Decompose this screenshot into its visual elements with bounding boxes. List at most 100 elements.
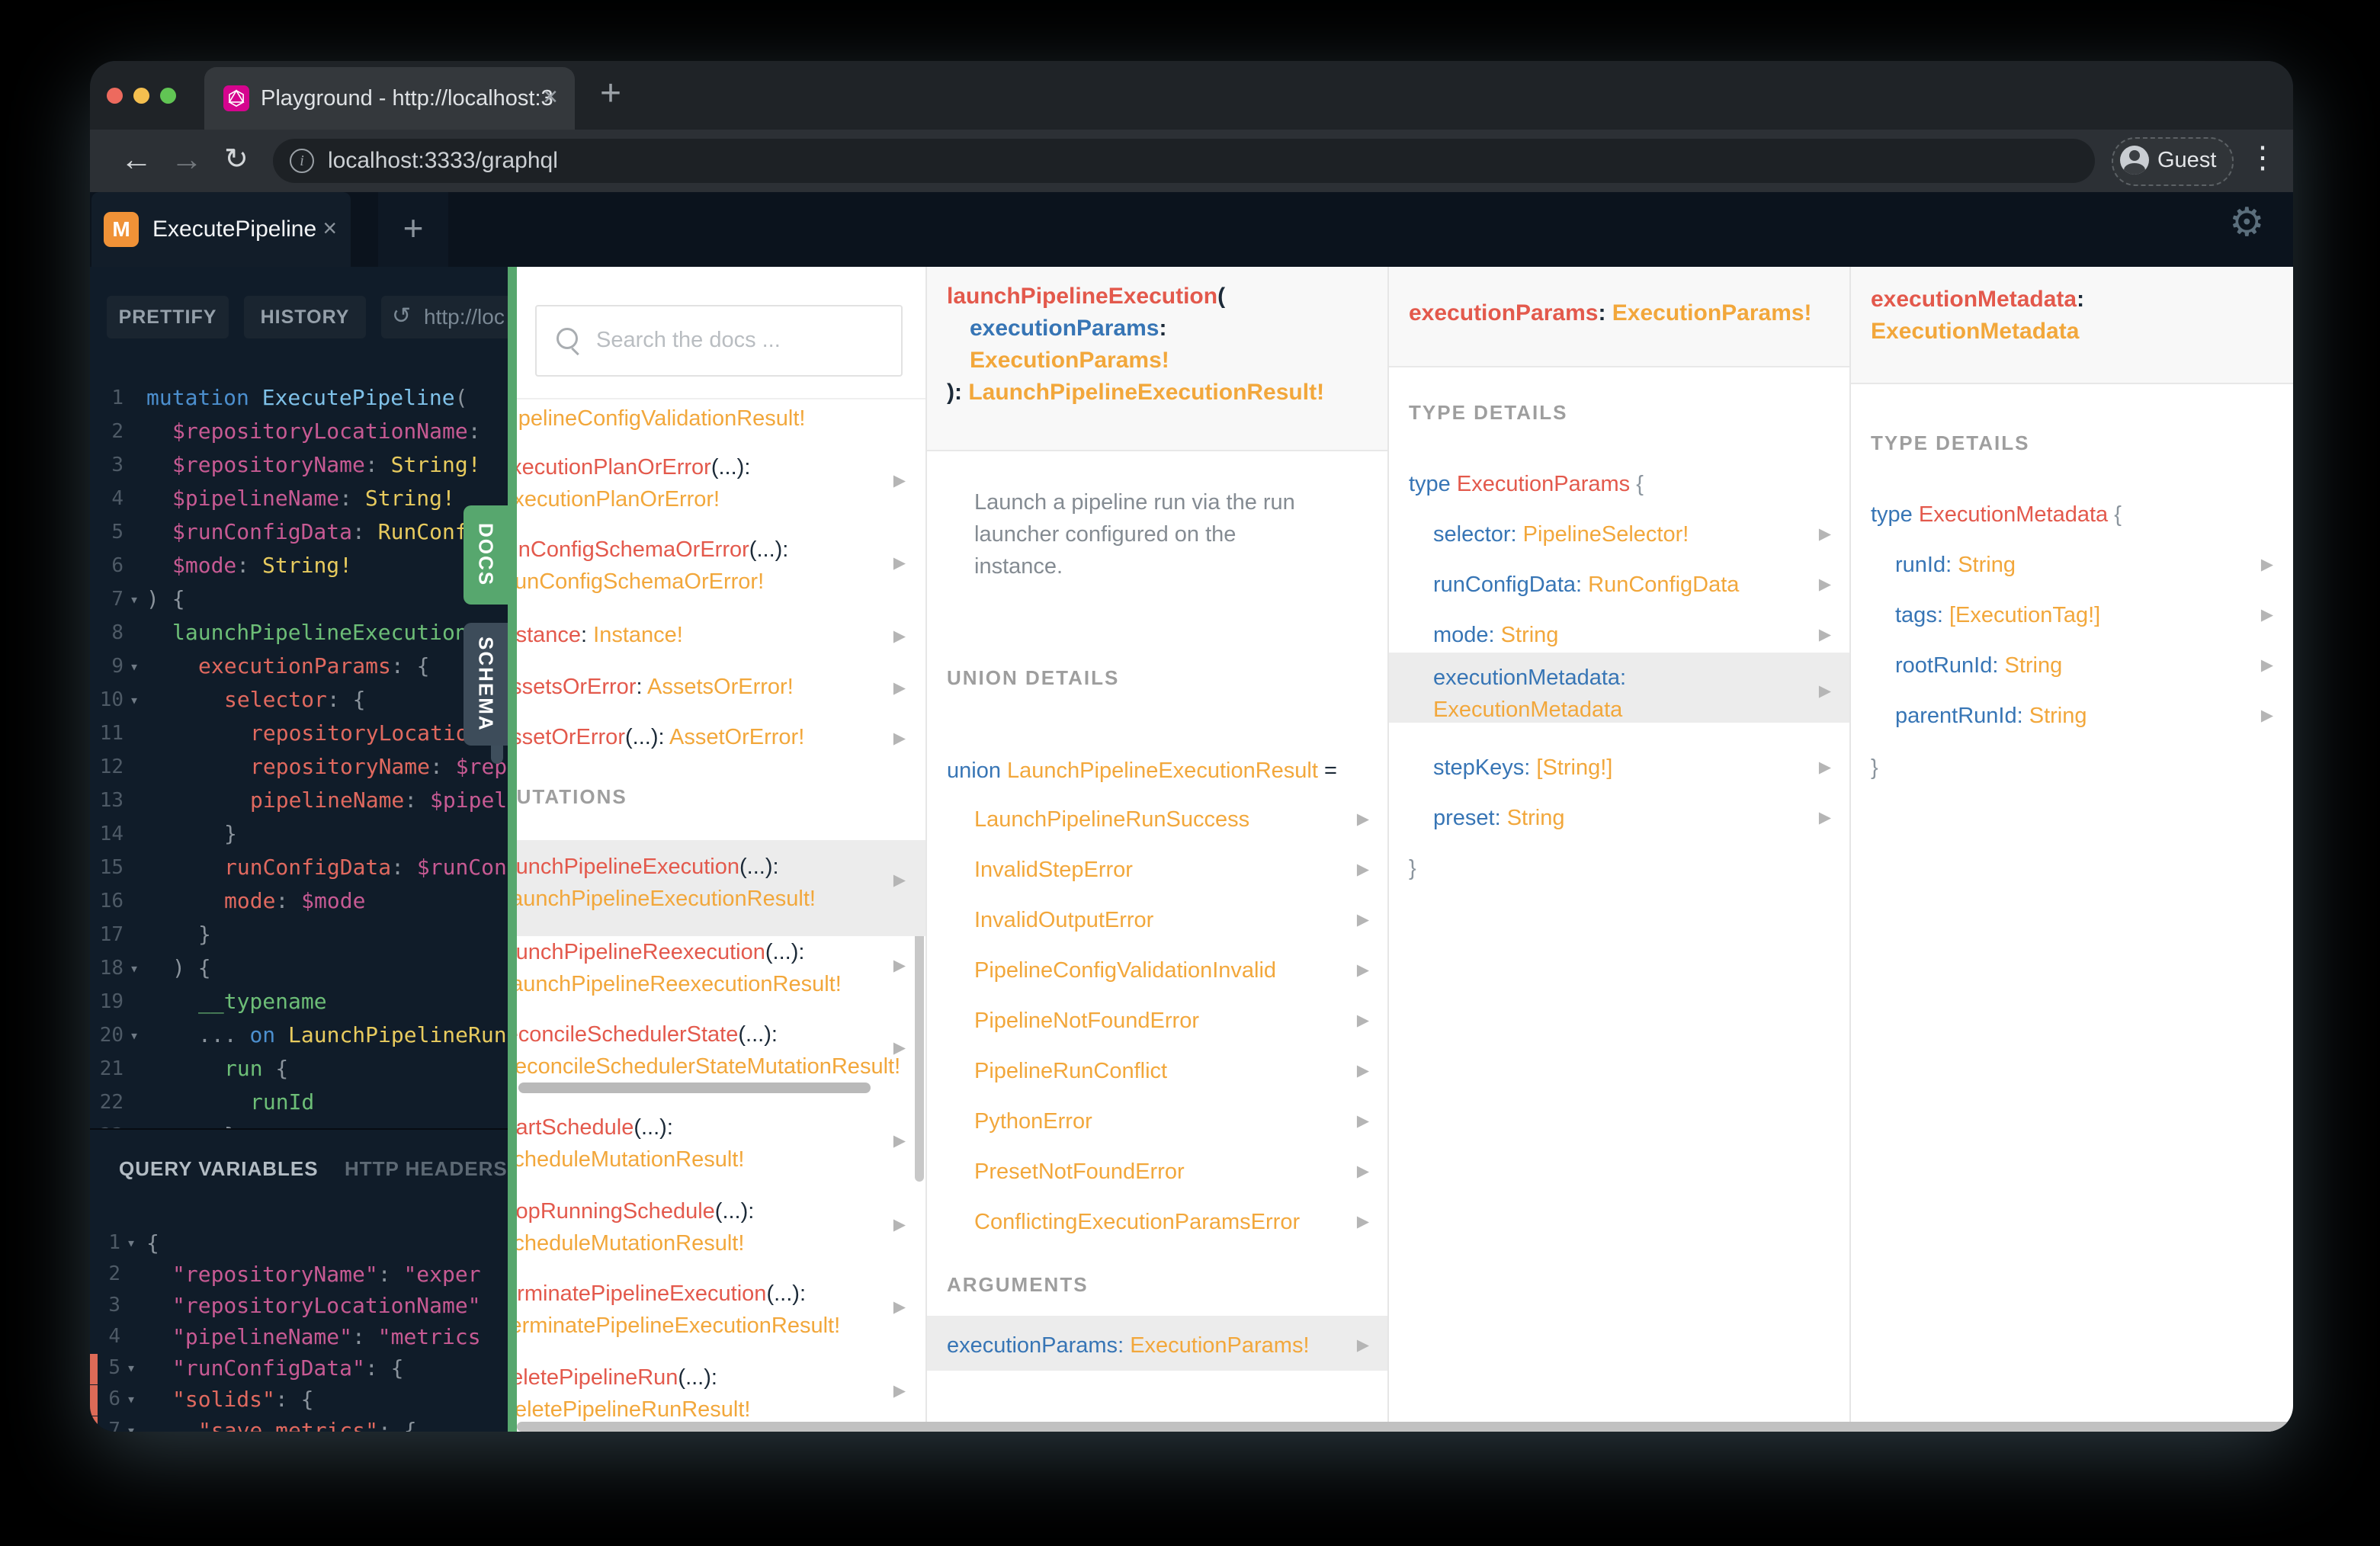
union-type-PipelineNotFoundError[interactable]: PipelineNotFoundError ▶ xyxy=(927,1005,1389,1037)
query-code-line[interactable]: 19 __typename xyxy=(90,985,508,1018)
fold-arrow-icon[interactable]: ▾ xyxy=(127,1227,136,1259)
fold-arrow-icon[interactable]: ▾ xyxy=(130,1018,139,1052)
query-code-line[interactable]: 21 run { xyxy=(90,1052,508,1086)
docs-type-field-parentRunId[interactable]: parentRunId: String ▶ xyxy=(1851,700,2293,732)
docs-field-assetOrError[interactable]: assetOrError(...): AssetOrError!▶ xyxy=(517,721,925,753)
query-code-line[interactable]: 14} xyxy=(90,817,508,851)
docs-type-field-executionMetadata[interactable]: executionMetadata: ExecutionMetadata ▶ xyxy=(1389,662,1851,726)
fold-arrow-icon[interactable]: ▾ xyxy=(130,650,139,683)
docs-field-launchPipelineExecution[interactable]: launchPipelineExecution(...): LaunchPipel… xyxy=(517,840,925,936)
query-code-line[interactable]: 12 repositoryName: $repositoryName xyxy=(90,750,508,784)
reload-schema-icon[interactable]: ↺ xyxy=(392,296,411,337)
docs-type-field-mode[interactable]: mode: String ▶ xyxy=(1389,619,1851,651)
vars-code-line[interactable]: 5 ▾ "runConfigData": { xyxy=(90,1352,508,1384)
site-info-icon[interactable]: i xyxy=(290,149,314,173)
settings-gear-icon[interactable]: ⚙ xyxy=(2229,200,2265,245)
endpoint-input[interactable]: ↺ http://loc xyxy=(381,296,508,338)
query-code-line[interactable]: 23} xyxy=(90,1119,508,1128)
union-type-PresetNotFoundError[interactable]: PresetNotFoundError ▶ xyxy=(927,1156,1389,1188)
reload-button[interactable]: ↻ xyxy=(224,130,249,192)
profile-button[interactable]: Guest xyxy=(2112,137,2234,186)
query-code-line[interactable]: 22 runId xyxy=(90,1086,508,1119)
vars-code-line[interactable]: 3 "repositoryLocationName" xyxy=(90,1290,508,1321)
union-type-PythonError[interactable]: PythonError ▶ xyxy=(927,1105,1389,1137)
col1-horizontal-scrollbar[interactable] xyxy=(518,1083,871,1093)
docs-horizontal-scrollbar[interactable] xyxy=(517,1422,2293,1432)
query-code-line[interactable]: 4 $pipelineName: String! xyxy=(90,482,508,515)
query-code-line[interactable]: 13 pipelineName: $pipelineName xyxy=(90,784,508,817)
tab-schema[interactable]: SCHEMA xyxy=(463,623,508,746)
query-code-line[interactable]: 5 $runConfigData: RunConfigData! xyxy=(90,515,508,549)
new-tab-button[interactable]: + xyxy=(584,69,637,122)
docs-field-reconcileSchedulerState[interactable]: reconcileSchedulerState(...): ReconcileSc… xyxy=(517,1018,925,1083)
docs-divider[interactable] xyxy=(508,267,517,1432)
vars-code-line[interactable]: 7 ▾ "save_metrics": { xyxy=(90,1415,508,1432)
docs-argument-executionParams[interactable]: executionParams: ExecutionParams! ▶ xyxy=(927,1329,1389,1362)
query-code-line[interactable]: 10 ▾ selector: { xyxy=(90,683,508,717)
back-button[interactable]: ← xyxy=(120,130,152,192)
union-type-ConflictingExecutionParamsError[interactable]: ConflictingExecutionParamsError ▶ xyxy=(927,1206,1389,1238)
query-code-line[interactable]: 15 runConfigData: $runConfigData xyxy=(90,851,508,884)
docs-item-partial[interactable]: PipelineConfigValidationResult! xyxy=(517,403,925,435)
docs-field-launchPipelineReexecution[interactable]: launchPipelineReexecution(...): LaunchPip… xyxy=(517,936,925,1000)
tab-query-variables[interactable]: QUERY VARIABLES xyxy=(119,1157,319,1181)
fold-arrow-icon[interactable]: ▾ xyxy=(130,582,139,616)
query-code-line[interactable]: 6 $mode: String! xyxy=(90,549,508,582)
query-code-line[interactable]: 11 repositoryLocationName: $repositoryLoc… xyxy=(90,717,508,750)
union-type-PipelineConfigValidationInvalid[interactable]: PipelineConfigValidationInvalid ▶ xyxy=(927,954,1389,986)
docs-field-instance[interactable]: instance: Instance!▶ xyxy=(517,619,925,651)
browser-tab[interactable]: Playground - http://localhost:3 × xyxy=(204,67,575,130)
new-playground-tab-button[interactable]: + xyxy=(378,192,448,267)
fold-arrow-icon[interactable]: ▾ xyxy=(130,683,139,717)
query-code-line[interactable]: 17} xyxy=(90,918,508,951)
query-code-line[interactable]: 1 mutation ExecutePipeline( xyxy=(90,381,508,415)
vars-code-line[interactable]: 1 ▾ { xyxy=(90,1227,508,1259)
address-bar[interactable]: i localhost:3333/graphql xyxy=(273,139,2095,183)
docs-type-field-selector[interactable]: selector: PipelineSelector! ▶ xyxy=(1389,518,1851,550)
union-type-LaunchPipelineRunSuccess[interactable]: LaunchPipelineRunSuccess ▶ xyxy=(927,803,1389,836)
query-editor[interactable]: 1 mutation ExecutePipeline(2 $repositoryLo… xyxy=(90,381,508,1128)
union-type-InvalidStepError[interactable]: InvalidStepError ▶ xyxy=(927,854,1389,886)
vars-code-line[interactable]: 4 "pipelineName": "metrics xyxy=(90,1321,508,1352)
query-code-line[interactable]: 9 ▾ executionParams: { xyxy=(90,650,508,683)
vars-code-line[interactable]: 6 ▾ "solids": { xyxy=(90,1384,508,1416)
query-code-line[interactable]: 7 ▾) { xyxy=(90,582,508,616)
search-input[interactable] xyxy=(595,308,887,372)
docs-type-field-runConfigData[interactable]: runConfigData: RunConfigData ▶ xyxy=(1389,569,1851,601)
docs-type-field-preset[interactable]: preset: String ▶ xyxy=(1389,802,1851,834)
fold-arrow-icon[interactable]: ▾ xyxy=(127,1384,136,1415)
docs-field-startSchedule[interactable]: startSchedule(...):ScheduleMutationResul… xyxy=(517,1111,925,1176)
docs-field-deletePipelineRun[interactable]: deletePipelineRun(...):DeletePipelineRun… xyxy=(517,1362,925,1426)
query-code-line[interactable]: 3 $repositoryName: String! xyxy=(90,448,508,482)
docs-field-terminatePipelineExecution[interactable]: terminatePipelineExecution(...): Terminat… xyxy=(517,1278,925,1342)
browser-menu-icon[interactable]: ⋮ xyxy=(2247,140,2278,175)
docs-search-box[interactable] xyxy=(535,305,903,377)
fold-arrow-icon[interactable]: ▾ xyxy=(130,951,139,985)
prettify-button[interactable]: PRETTIFY xyxy=(107,296,229,338)
docs-type-field-stepKeys[interactable]: stepKeys: [String!] ▶ xyxy=(1389,752,1851,784)
fold-arrow-icon[interactable]: ▾ xyxy=(127,1352,136,1384)
query-code-line[interactable]: 2 $repositoryLocationName: xyxy=(90,415,508,448)
query-code-line[interactable]: 20 ▾ ... on LaunchPipelineRunSuccess { xyxy=(90,1018,508,1052)
query-code-line[interactable]: 8 launchPipelineExecution( xyxy=(90,616,508,650)
union-type-InvalidOutputError[interactable]: InvalidOutputError ▶ xyxy=(927,904,1389,936)
playground-tab-executepipeline[interactable]: M ExecutePipeline × xyxy=(91,192,351,267)
query-code-line[interactable]: 16 mode: $mode xyxy=(90,884,508,918)
maximize-window-button[interactable] xyxy=(160,88,176,104)
minimize-window-button[interactable] xyxy=(133,88,149,104)
history-button[interactable]: HISTORY xyxy=(244,296,366,338)
docs-field-stopRunningSchedule[interactable]: stopRunningSchedule(...): ScheduleMutatio… xyxy=(517,1195,925,1259)
query-code-line[interactable]: 18 ▾) { xyxy=(90,951,508,985)
docs-type-field-runId[interactable]: runId: String ▶ xyxy=(1851,549,2293,581)
vars-code-line[interactable]: 2 "repositoryName": "exper xyxy=(90,1259,508,1290)
close-window-button[interactable] xyxy=(107,88,123,104)
close-tab-icon[interactable]: × xyxy=(543,67,558,130)
docs-field-runConfigSchemaOrError[interactable]: runConfigSchemaOrError(...): RunConfigSch… xyxy=(517,534,925,598)
docs-type-field-rootRunId[interactable]: rootRunId: String ▶ xyxy=(1851,650,2293,682)
docs-type-field-tags[interactable]: tags: [ExecutionTag!] ▶ xyxy=(1851,599,2293,631)
tab-docs[interactable]: DOCS xyxy=(463,505,508,605)
fold-arrow-icon[interactable]: ▾ xyxy=(127,1415,136,1432)
docs-field-executionPlanOrError[interactable]: executionPlanOrError(...): ExecutionPlanO… xyxy=(517,451,925,515)
close-playground-tab-icon[interactable]: × xyxy=(322,192,337,267)
variables-editor[interactable]: 1 ▾ {2 "repositoryName": "exper 3 "repository… xyxy=(90,1227,508,1432)
